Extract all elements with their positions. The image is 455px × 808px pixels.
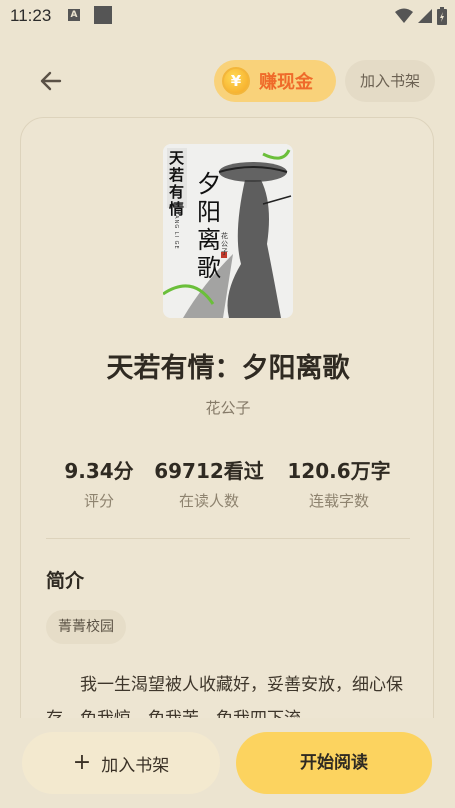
battery-icon: [437, 7, 447, 25]
book-author[interactable]: 花公子: [21, 397, 433, 418]
wifi-icon: [395, 8, 413, 23]
book-cover[interactable]: 天若有情 夕阳离歌 XI YANG LI GE 花公子: [163, 144, 293, 318]
stat-word-count: 120.6万字 连载字数: [269, 455, 409, 511]
book-title: 天若有情：夕阳离歌: [106, 353, 350, 384]
arrow-left-icon: [40, 71, 62, 91]
notification-a-icon: A: [68, 9, 80, 21]
bottom-action-bar: + 加入书架 开始阅读: [0, 718, 455, 808]
stat-word-count-label: 连载字数: [308, 492, 369, 510]
add-to-shelf-label: 加入书架: [101, 755, 170, 776]
intro-heading: 简介: [46, 570, 85, 592]
earn-cash-button[interactable]: ¥ 赚现金: [214, 60, 336, 102]
start-reading-button[interactable]: 开始阅读: [236, 732, 432, 794]
cover-title-text: 夕阳离歌: [197, 170, 221, 282]
earn-cash-label: 赚现金: [259, 72, 313, 93]
cover-author-text: 花公子: [221, 232, 228, 256]
back-button[interactable]: [36, 66, 66, 96]
divider: [46, 538, 410, 539]
plus-icon: +: [72, 750, 92, 775]
genre-tag[interactable]: 菁菁校园: [46, 610, 126, 644]
notification-square-icon: [94, 6, 112, 24]
add-to-shelf-top-button[interactable]: 加入书架: [345, 60, 435, 102]
system-icons: [395, 7, 447, 25]
status-bar: 11:23 A: [0, 0, 455, 32]
coin-icon: ¥: [222, 67, 250, 95]
cover-pinyin-text: XI YANG LI GE: [173, 202, 179, 250]
status-time: 11:23: [10, 6, 52, 25]
stat-readers: 69712看过 在读人数: [139, 455, 279, 511]
add-to-shelf-button[interactable]: + 加入书架: [22, 732, 220, 794]
stat-readers-label: 在读人数: [178, 492, 239, 510]
stat-readers-value: 69712看过: [154, 459, 264, 483]
book-detail-card: 天若有情 夕阳离歌 XI YANG LI GE 花公子 天若有情：夕阳离歌 花公…: [20, 117, 434, 757]
signal-icon: [418, 9, 432, 23]
book-stats: 9.34分 评分 69712看过 在读人数 120.6万字 连载字数: [21, 455, 433, 515]
stat-word-count-value: 120.6万字: [287, 459, 391, 483]
